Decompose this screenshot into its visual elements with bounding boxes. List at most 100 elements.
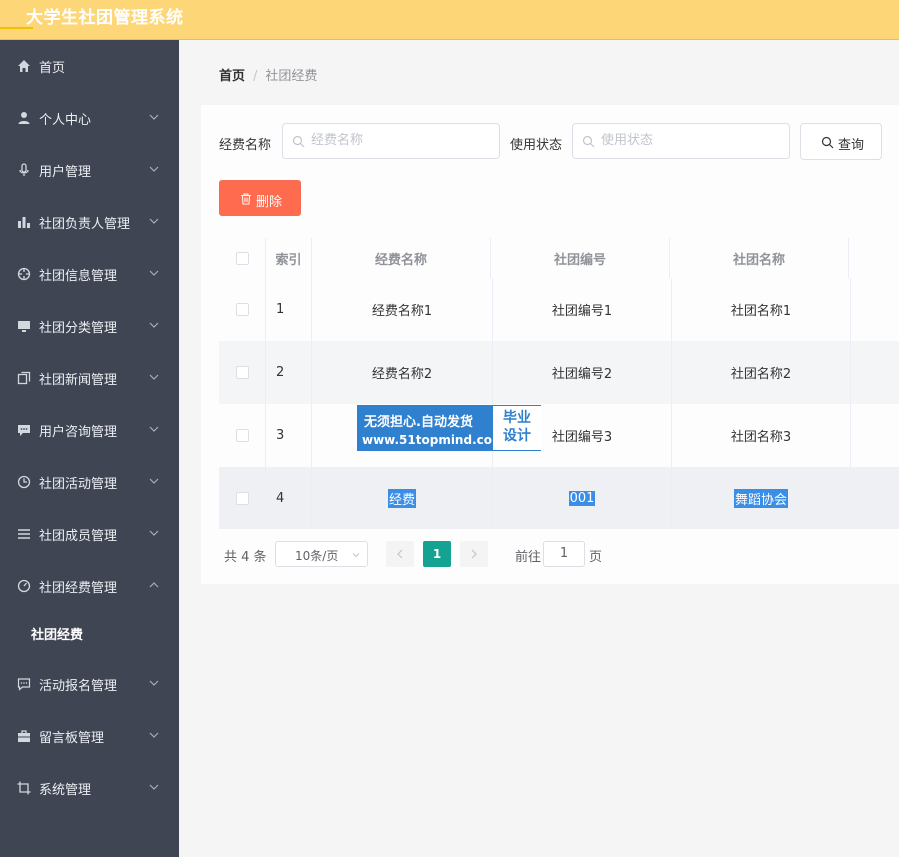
header-extra <box>849 238 899 278</box>
watermark-banner: 无须担心.自动发货 www.51topmind.com 毕业 设计 <box>357 405 541 451</box>
sidebar-item-label: 社团负责人管理 <box>39 217 131 232</box>
row-club-name-cell: 舞蹈协会 <box>672 467 851 529</box>
fund-name-label: 经费名称 <box>219 138 272 153</box>
microphone-icon <box>17 163 31 177</box>
sidebar-item-user-consult[interactable]: 用户咨询管理 <box>0 410 179 450</box>
row-club-code-cell: 001 <box>493 467 672 529</box>
header-club-code[interactable]: 社团编号 <box>491 238 670 278</box>
row-fund-name: 经费名称1 <box>312 278 493 341</box>
sidebar-item-label: 社团成员管理 <box>39 529 118 544</box>
goto-page-input[interactable]: 1 <box>543 541 585 567</box>
sidebar-item-label: 用户咨询管理 <box>39 425 118 440</box>
home-icon <box>17 59 31 73</box>
chevron-down-icon <box>149 322 159 328</box>
header-club-name[interactable]: 社团名称 <box>670 238 849 278</box>
fund-name-input[interactable] <box>309 132 483 149</box>
breadcrumb-current: 社团经费 <box>265 69 318 84</box>
row-fund-name: 经费 <box>387 488 416 508</box>
sidebar-item-label: 留言板管理 <box>39 731 105 746</box>
user-icon <box>17 111 31 125</box>
page-size-value: 10条/页 <box>295 549 339 563</box>
chevron-down-icon <box>149 530 159 536</box>
sidebar-item-club-members[interactable]: 社团成员管理 <box>0 514 179 554</box>
next-page-button[interactable] <box>460 541 488 567</box>
crosshair-icon <box>17 267 31 281</box>
row-club-code: 社团编号1 <box>493 278 672 341</box>
chevron-down-icon <box>149 270 159 276</box>
row-checkbox[interactable] <box>235 303 249 316</box>
header-fund-name[interactable]: 经费名称 <box>312 238 491 278</box>
header-accent <box>0 27 33 29</box>
chevron-down-icon <box>149 732 159 738</box>
briefcase-icon <box>17 729 31 743</box>
sidebar-item-club-leaders[interactable]: 社团负责人管理 <box>0 202 179 242</box>
row-select-cell <box>219 404 266 467</box>
fund-name-field[interactable] <box>282 123 500 159</box>
bar-chart-icon <box>17 215 31 229</box>
watermark-badge-line1: 毕业 <box>503 410 531 426</box>
row-club-name: 社团名称2 <box>672 341 851 404</box>
sidebar-item-users[interactable]: 用户管理 <box>0 150 179 190</box>
row-select-cell <box>219 278 266 341</box>
chevron-down-icon <box>149 218 159 224</box>
row-fund-name: 经费名称2 <box>312 341 493 404</box>
sidebar-item-label: 社团经费管理 <box>39 581 118 596</box>
breadcrumb-home[interactable]: 首页 <box>219 69 245 84</box>
usage-status-input[interactable] <box>599 132 773 149</box>
page-suffix: 页 <box>589 550 603 565</box>
pagination-total: 共 4 条 <box>224 550 267 565</box>
page-number-current[interactable]: 1 <box>423 541 451 567</box>
sidebar-item-label: 首页 <box>39 61 66 76</box>
sidebar-item-club-categories[interactable]: 社团分类管理 <box>0 306 179 346</box>
usage-status-label: 使用状态 <box>510 138 563 153</box>
watermark-badge-line2: 设计 <box>503 428 531 444</box>
app-title: 大学生社团管理系统 <box>26 8 184 28</box>
sidebar-item-club-activities[interactable]: 社团活动管理 <box>0 462 179 502</box>
row-fund-name-cell: 经费 <box>312 467 493 529</box>
row-club-code: 001 <box>568 490 596 506</box>
table-row[interactable]: 3 社团编号3 社团名称3 <box>219 404 899 468</box>
row-select-cell <box>219 341 266 404</box>
trash-icon <box>241 193 251 205</box>
table-row[interactable]: 4 经费 001 舞蹈协会 <box>219 467 899 529</box>
table-row[interactable]: 1 经费名称1 社团编号1 社团名称1 <box>219 278 899 342</box>
sidebar-item-label: 用户管理 <box>39 165 92 180</box>
chevron-down-icon <box>149 784 159 790</box>
sidebar-item-club-info[interactable]: 社团信息管理 <box>0 254 179 294</box>
header-index[interactable]: 索引 <box>266 238 312 278</box>
sidebar: 首页 个人中心 用户管理 社团负责人管理 社团信息管理 社团分类管理 社团新闻管… <box>0 40 179 857</box>
search-icon <box>292 135 305 148</box>
list-icon <box>17 527 31 541</box>
sidebar-item-club-news[interactable]: 社团新闻管理 <box>0 358 179 398</box>
row-checkbox[interactable] <box>235 491 249 505</box>
page-size-select[interactable]: 10条/页 <box>275 541 368 567</box>
chevron-down-icon <box>149 166 159 172</box>
watermark-badge: 毕业 设计 <box>493 406 541 450</box>
search-icon <box>582 135 595 148</box>
sidebar-item-system[interactable]: 系统管理 <box>0 768 179 808</box>
sidebar-subitem-club-funds[interactable]: 社团经费 <box>31 624 83 643</box>
query-button[interactable]: 查询 <box>800 123 882 160</box>
row-checkbox[interactable] <box>235 366 249 379</box>
chevron-down-icon <box>352 553 360 558</box>
usage-status-field[interactable] <box>572 123 790 159</box>
sidebar-item-profile[interactable]: 个人中心 <box>0 98 179 138</box>
row-select-cell <box>219 467 266 529</box>
row-club-name: 社团名称1 <box>672 278 851 341</box>
chevron-down-icon <box>149 680 159 686</box>
prev-page-button[interactable] <box>386 541 414 567</box>
sidebar-item-home[interactable]: 首页 <box>0 46 179 86</box>
sidebar-item-activity-signup[interactable]: 活动报名管理 <box>0 664 179 704</box>
chevron-down-icon <box>149 114 159 120</box>
row-checkbox[interactable] <box>235 429 249 442</box>
select-all-checkbox[interactable] <box>235 251 249 265</box>
delete-button[interactable]: 删除 <box>219 180 301 216</box>
row-club-code: 社团编号2 <box>493 341 672 404</box>
table-row[interactable]: 2 经费名称2 社团编号2 社团名称2 <box>219 341 899 405</box>
chevron-down-icon <box>149 478 159 484</box>
header-select-cell <box>219 238 266 278</box>
sidebar-item-message-board[interactable]: 留言板管理 <box>0 716 179 756</box>
sidebar-item-club-funds[interactable]: 社团经费管理 <box>0 566 179 606</box>
copy-icon <box>17 371 31 385</box>
chevron-left-icon <box>397 549 403 559</box>
